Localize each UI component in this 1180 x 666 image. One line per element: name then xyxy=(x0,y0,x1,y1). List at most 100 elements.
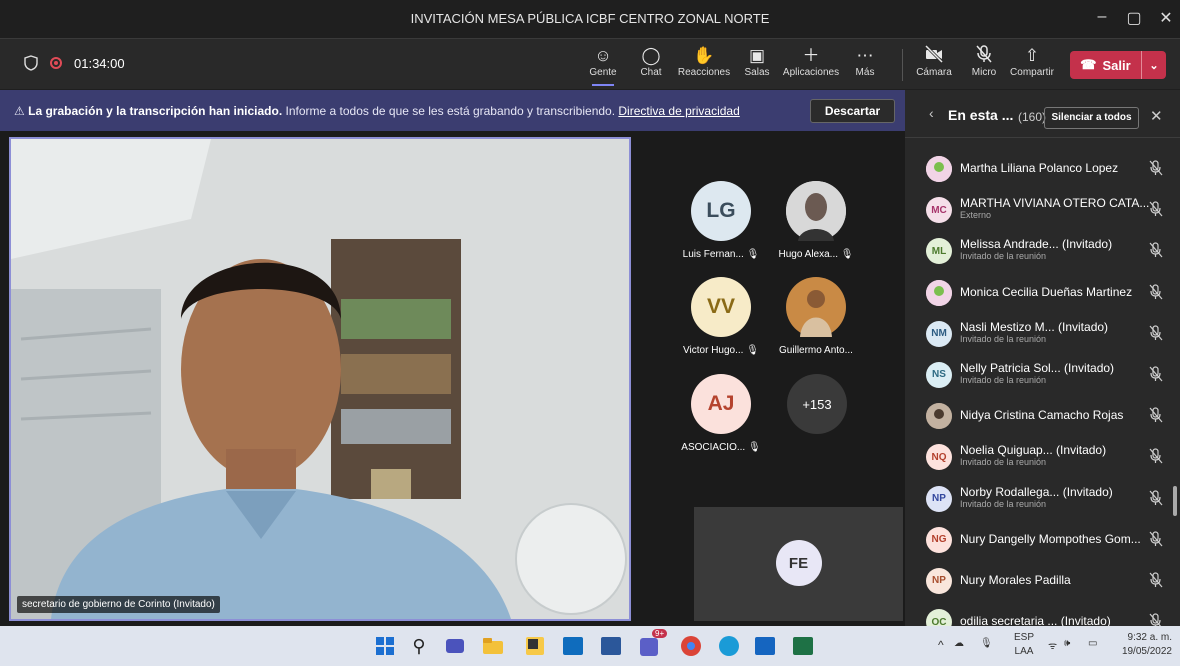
self-view[interactable]: FE xyxy=(694,507,903,621)
search-icon[interactable]: ⚲ xyxy=(406,633,432,659)
participant-status: Externo xyxy=(960,210,992,221)
chrome-icon[interactable] xyxy=(678,633,704,659)
mic-off-icon: 🎙︎ xyxy=(746,345,759,356)
volume-icon[interactable]: 🕪 xyxy=(1064,638,1070,649)
main-video-label: secretario de gobierno de Corinto (Invit… xyxy=(17,596,220,613)
edge-icon[interactable] xyxy=(716,633,742,659)
mic-off-icon: 🎙︎ xyxy=(747,442,761,453)
participant-row[interactable]: Martha Liliana Polanco Lopez xyxy=(905,148,1180,189)
people-icon: ☺ xyxy=(594,46,612,65)
rooms-button[interactable]: ▣ Salas xyxy=(743,45,771,78)
participant-tile[interactable]: AJ ASOCIACIO... 🎙︎ xyxy=(671,374,771,453)
avatar: MC xyxy=(926,197,952,224)
avatar: NM xyxy=(926,320,952,347)
people-button[interactable]: ☺ Gente xyxy=(588,45,618,86)
scrollbar[interactable] xyxy=(1173,486,1177,516)
minimize-icon[interactable]: – xyxy=(1092,8,1112,26)
avatar xyxy=(926,279,952,306)
recording-icon xyxy=(50,57,62,69)
participant-name: Nidya Cristina Camacho Rojas xyxy=(960,408,1124,423)
mic-off-icon xyxy=(1148,325,1164,341)
participant-row[interactable]: ML Melissa Andrade... (Invitado) Invitado … xyxy=(905,230,1180,271)
more-button[interactable]: ⋯ Más xyxy=(852,45,878,78)
participant-status: Invitado de la reunión xyxy=(960,333,1047,344)
avatar: ML xyxy=(926,238,952,265)
close-icon[interactable]: ✕ xyxy=(1150,107,1163,125)
folder-icon[interactable] xyxy=(480,633,506,659)
participant-row[interactable]: NQ Noelia Quiguap... (Invitado) Invitado d… xyxy=(905,436,1180,477)
panel-title: En esta ... xyxy=(948,107,1014,123)
participant-row[interactable]: MC MARTHA VIVIANA OTERO CATA... Externo xyxy=(905,189,1180,230)
meeting-toolbar: 01:34:00 ☺ Gente ◯ Chat ✋ Reacciones ▣ Salas… xyxy=(0,38,1180,89)
leave-button[interactable]: ☎ Salir ⌄ xyxy=(1070,51,1166,79)
mic-off-icon xyxy=(1148,407,1164,423)
language-indicator[interactable]: ESP LAA xyxy=(1014,631,1034,659)
mic-off-icon xyxy=(1148,201,1164,217)
share-button[interactable]: ⇧ Compartir xyxy=(1008,45,1056,78)
camera-button[interactable]: Cámara xyxy=(914,44,954,78)
participant-list: Martha Liliana Polanco Lopez MC MARTHA VIV… xyxy=(905,148,1180,642)
avatar: NS xyxy=(926,361,952,388)
participant-row[interactable]: Nidya Cristina Camacho Rojas xyxy=(905,395,1180,436)
participant-status: Invitado de la reunión xyxy=(960,374,1047,385)
close-window-icon[interactable]: ✕ xyxy=(1156,8,1176,28)
banner-bold-text: La grabación y la transcripción han inic… xyxy=(28,104,283,118)
recording-banner: ⚠ La grabación y la transcripción han in… xyxy=(0,90,905,131)
clock[interactable]: 9:32 a. m. 19/05/2022 xyxy=(1116,631,1172,659)
participant-tile[interactable]: VV Victor Hugo... 🎙︎ xyxy=(671,277,771,356)
photos-icon[interactable] xyxy=(752,633,778,659)
avatar: NP xyxy=(926,567,952,594)
windows-start-icon[interactable] xyxy=(372,633,398,659)
participant-name: Nelly Patricia Sol... (Invitado) xyxy=(960,360,1115,375)
more-participants-button[interactable]: +153 xyxy=(787,374,847,434)
maximize-icon[interactable]: ▢ xyxy=(1124,8,1144,28)
participant-name: Noelia Quiguap... (Invitado) xyxy=(960,443,1107,458)
mic-off-icon xyxy=(1148,242,1164,258)
avatar xyxy=(786,277,846,337)
participant-row[interactable]: Monica Cecilia Dueñas Martinez xyxy=(905,272,1180,313)
wifi-icon[interactable]: ᯤ xyxy=(1048,638,1057,652)
participant-row[interactable]: NS Nelly Patricia Sol... (Invitado) Invita… xyxy=(905,354,1180,395)
participant-tile[interactable]: Hugo Alexa... 🎙︎ xyxy=(766,181,866,260)
word-icon[interactable] xyxy=(598,633,624,659)
privacy-link[interactable]: Directiva de privacidad xyxy=(618,104,739,118)
plus-icon: ＋ xyxy=(802,46,820,65)
participants-panel: ‹ En esta ... (160) Silenciar a todos ✕ … xyxy=(905,90,1180,636)
main-video[interactable]: secretario de gobierno de Corinto (Invit… xyxy=(9,137,631,621)
teams-icon[interactable]: 9+ xyxy=(638,629,668,659)
participant-name: MARTHA VIVIANA OTERO CATA... xyxy=(960,196,1150,211)
window-title: INVITACIÓN MESA PÚBLICA ICBF CENTRO ZONA… xyxy=(410,11,770,26)
avatar xyxy=(926,403,952,430)
mic-button[interactable]: Micro xyxy=(968,45,1000,78)
participant-name: Nasli Mestizo M... (Invitado) xyxy=(960,319,1109,334)
participant-count: (160) xyxy=(1018,110,1047,124)
chevron-down-icon[interactable]: ⌄ xyxy=(1142,59,1166,72)
share-icon: ⇧ xyxy=(1024,46,1040,65)
battery-icon[interactable]: ▭ xyxy=(1088,638,1097,649)
chevron-up-icon[interactable]: ^ xyxy=(938,638,944,652)
participant-row[interactable]: NG Nury Dangelly Mompothes Gom... xyxy=(905,519,1180,560)
chat-button[interactable]: ◯ Chat xyxy=(638,45,664,78)
mute-all-button[interactable]: Silenciar a todos xyxy=(1044,107,1139,129)
participant-row[interactable]: NM Nasli Mestizo M... (Invitado) Invitado … xyxy=(905,313,1180,354)
onedrive-icon[interactable]: ☁ xyxy=(954,638,964,649)
outlook-icon[interactable] xyxy=(560,633,586,659)
avatar xyxy=(926,156,952,182)
excel-icon[interactable] xyxy=(790,633,816,659)
participant-row[interactable]: NP Nury Morales Padilla xyxy=(905,560,1180,601)
participant-row[interactable]: NP Norby Rodallega... (Invitado) Invitado … xyxy=(905,478,1180,519)
participant-name: Nury Morales Padilla xyxy=(960,572,1071,587)
participant-status: Invitado de la reunión xyxy=(960,251,1047,262)
apps-button[interactable]: ＋ Aplicaciones xyxy=(782,45,840,78)
chevron-left-icon[interactable]: ‹ xyxy=(929,105,934,121)
reactions-button[interactable]: ✋ Reacciones xyxy=(676,45,732,78)
dismiss-button[interactable]: Descartar xyxy=(810,99,895,123)
participant-tile[interactable]: LG Luis Fernan... 🎙︎ xyxy=(671,181,771,260)
participant-tile[interactable]: Guillermo Anto... xyxy=(766,277,866,356)
video-call-icon[interactable] xyxy=(442,633,468,659)
mic-off-icon xyxy=(1148,572,1164,588)
sticky-notes-icon[interactable] xyxy=(522,633,548,659)
mic-off-icon xyxy=(968,45,1000,67)
mic-off-icon xyxy=(1148,448,1164,464)
mic-off-icon[interactable]: 🎙︎ xyxy=(980,638,993,649)
